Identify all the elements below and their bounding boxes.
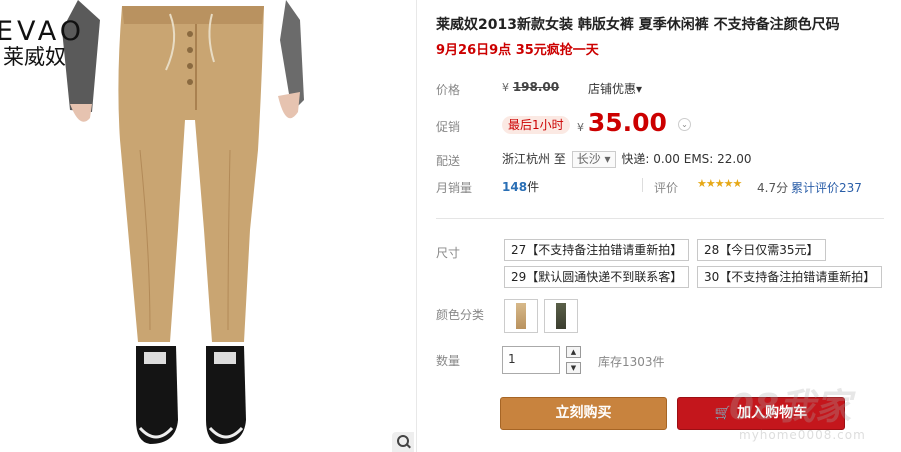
brand-logo-cn: 莱威奴 [3, 45, 66, 69]
stock-count: 库存1303件 [598, 355, 665, 369]
promotion-price-amount: 35.00 [587, 108, 667, 137]
sales-unit: 件 [527, 180, 540, 194]
rating-label: 评价 [654, 181, 679, 195]
currency-symbol: ¥ [502, 81, 509, 94]
cart-icon: 🛒 [714, 406, 732, 421]
zoom-handle [406, 443, 411, 449]
shipping-fees: 快递: 0.00 EMS: 22.00 [621, 152, 752, 166]
reviews-link[interactable]: 累计评价237 [791, 179, 862, 196]
green-pants-thumbnail [556, 303, 566, 329]
product-title: 莱威奴2013新款女装 韩版女裤 夏季休闲裤 不支持备注颜色尺码 [436, 17, 840, 33]
size-option-30[interactable]: 30【不支持备注拍错请重新拍】 [697, 266, 883, 288]
destination-select[interactable]: 长沙 ▾ [571, 151, 616, 168]
original-price-amount: 198.00 [512, 80, 560, 94]
add-to-cart-button[interactable]: 🛒 加入购物车 [677, 397, 845, 430]
color-label: 颜色分类 [436, 308, 485, 322]
chevron-down-icon[interactable]: ⌄ [678, 118, 691, 131]
size-label: 尺寸 [436, 246, 461, 260]
star-rating-icon: ★★★★★ [697, 177, 742, 190]
promotion-price: ¥ 35.00 [577, 108, 667, 137]
size-option-29[interactable]: 29【默认圆通快递不到联系客】 [504, 266, 690, 288]
size-option-27[interactable]: 27【不支持备注拍错请重新拍】 [504, 239, 690, 261]
price-label: 价格 [436, 83, 461, 97]
monthly-sales: 148件 [502, 178, 539, 195]
quantity-input[interactable]: 1 [502, 346, 560, 374]
quantity-increase-button[interactable]: ▲ [566, 346, 581, 358]
rating-score: 4.7分 [757, 181, 789, 195]
divider [436, 218, 884, 219]
zoom-icon[interactable] [392, 432, 414, 452]
promo-line: 9月26日9点 35元疯抢一天 [436, 43, 599, 58]
watermark-url: myhome0008.com [739, 428, 866, 442]
promotion-label: 促销 [436, 120, 461, 134]
khaki-pants-thumbnail [516, 303, 526, 329]
size-option-28[interactable]: 28【今日仅需35元】 [697, 239, 826, 261]
monthly-sales-label: 月销量 [436, 181, 473, 195]
shipping-info: 浙江杭州 至 长沙 ▾ 快递: 0.00 EMS: 22.00 [502, 150, 752, 168]
quantity-decrease-button[interactable]: ▼ [566, 362, 581, 374]
last-hour-badge: 最后1小时 [502, 116, 570, 134]
currency-symbol: ¥ [577, 121, 584, 134]
color-swatch-khaki[interactable] [504, 299, 538, 333]
shipping-label: 配送 [436, 154, 461, 168]
ship-from: 浙江杭州 [502, 152, 551, 166]
quantity-label: 数量 [436, 354, 461, 368]
ship-to-word: 至 [553, 152, 566, 166]
sales-count: 148 [502, 180, 528, 194]
add-to-cart-label: 加入购物车 [737, 405, 808, 421]
product-image[interactable]: EVAO 莱威奴 [0, 0, 417, 452]
color-swatch-army-green[interactable] [544, 299, 578, 333]
shop-discount-dropdown[interactable]: 店铺优惠▾ [588, 80, 642, 97]
original-price: ¥ 198.00 [502, 80, 559, 94]
divider [642, 178, 643, 192]
buy-now-button[interactable]: 立刻购买 [500, 397, 667, 430]
